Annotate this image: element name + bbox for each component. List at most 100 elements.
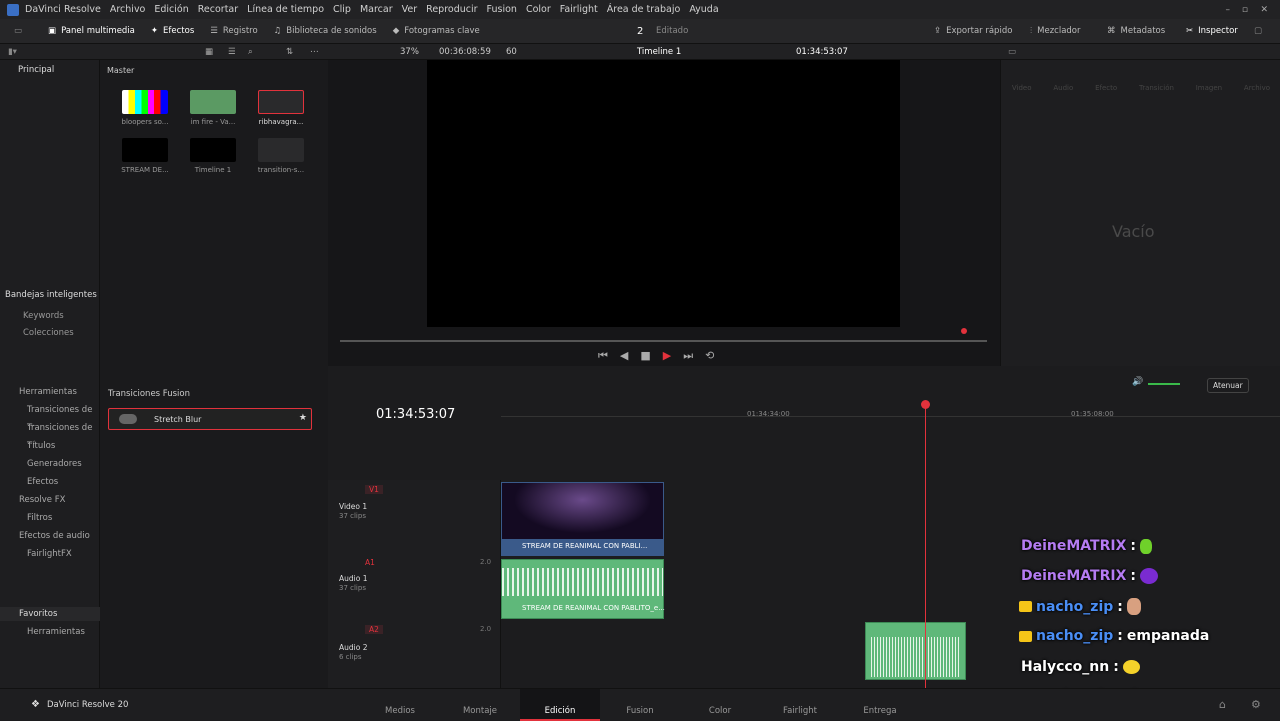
volume-icon[interactable]: 🔊: [1132, 377, 1143, 387]
chat-username: nacho_zip: [1036, 628, 1114, 644]
timeline-ruler[interactable]: [501, 403, 1280, 417]
page-edit[interactable]: Edición: [520, 689, 600, 721]
tree-item[interactable]: Herramientas: [0, 385, 100, 399]
close-icon[interactable]: ✕: [1260, 5, 1268, 15]
clip-thumb-bloopers[interactable]: [122, 90, 168, 114]
quick-export-button[interactable]: ⇪ Exportar rápido: [926, 26, 1020, 36]
play-reverse-icon[interactable]: ◀: [620, 349, 628, 363]
audio-clip-a1[interactable]: STREAM DE REANIMAL CON PABLITO_e...: [501, 559, 665, 619]
clip-thumb-ribhavagra[interactable]: [258, 90, 304, 114]
tab-file[interactable]: Archivo: [1244, 84, 1270, 92]
menu-fairlight[interactable]: Fairlight: [560, 4, 598, 15]
collapse-icon[interactable]: ▢: [1254, 26, 1262, 36]
tab-effect[interactable]: Efecto: [1095, 84, 1117, 92]
panel-toggle-icon[interactable]: ▮▾: [8, 47, 17, 57]
tab-image[interactable]: Imagen: [1196, 84, 1222, 92]
inspector-button[interactable]: ✂ Inspector: [1178, 26, 1246, 36]
playhead-marker[interactable]: [961, 328, 967, 334]
menu-recortar[interactable]: Recortar: [198, 4, 238, 15]
tree-item[interactable]: Transiciones de ...: [0, 421, 100, 447]
smart-bin-collections[interactable]: Colecciones: [23, 328, 74, 338]
video-clip[interactable]: STREAM DE REANIMAL CON PABLI...: [501, 482, 664, 556]
inspector-icon: ✂: [1186, 26, 1194, 36]
viewer-scrubber[interactable]: [340, 340, 987, 342]
track-name: Video 1: [339, 502, 368, 511]
inspector-panel-icon[interactable]: ▭: [1008, 47, 1016, 57]
menu-reproducir[interactable]: Reproducir: [426, 4, 477, 15]
menu-ver[interactable]: Ver: [402, 4, 418, 15]
page-color[interactable]: Color: [680, 689, 760, 721]
favorite-star-icon[interactable]: ★: [299, 413, 307, 423]
effects-button[interactable]: ✦ Efectos: [143, 26, 202, 36]
media-pool-button[interactable]: ▣ Panel multimedia: [40, 26, 143, 36]
mixer-button[interactable]: ⫶ Mezclador: [1022, 26, 1089, 36]
clip-thumb-im-fire[interactable]: [190, 90, 236, 114]
tab-transition[interactable]: Transición: [1139, 84, 1174, 92]
menu-marcar[interactable]: Marcar: [360, 4, 393, 15]
viewer-zoom[interactable]: 37%: [400, 47, 419, 57]
menu-archivo[interactable]: Archivo: [110, 4, 146, 15]
tab-video[interactable]: Video: [1012, 84, 1032, 92]
settings-gear-icon[interactable]: ⚙: [1251, 698, 1261, 711]
tree-item[interactable]: Resolve FX: [0, 493, 100, 507]
sort-icon[interactable]: ⇅: [286, 47, 293, 57]
track-id[interactable]: V1: [365, 485, 383, 494]
favorites-header[interactable]: Favoritos: [0, 607, 100, 621]
loop-icon[interactable]: ⟲: [705, 349, 714, 363]
tree-item[interactable]: FairlightFX: [0, 547, 100, 561]
maximize-icon[interactable]: ▫: [1242, 5, 1248, 15]
effect-item-stretch-blur[interactable]: Stretch Blur ★: [108, 408, 312, 430]
play-icon[interactable]: ▶: [663, 349, 671, 363]
skip-start-icon[interactable]: ⏮: [598, 349, 608, 363]
playhead-head-icon[interactable]: [921, 400, 930, 409]
sound-library-button[interactable]: ♫ Biblioteca de sonidos: [266, 26, 385, 36]
clip-thumb-timeline[interactable]: [190, 138, 236, 162]
minimize-icon[interactable]: –: [1226, 5, 1231, 15]
menu-linea-tiempo[interactable]: Línea de tiempo: [247, 4, 324, 15]
metadata-button[interactable]: ⌘ Metadatos: [1099, 26, 1173, 36]
grid-icon[interactable]: ▦: [205, 47, 213, 57]
clip-thumb-stream[interactable]: [122, 138, 168, 162]
page-fairlight[interactable]: Fairlight: [760, 689, 840, 721]
list-view-icon[interactable]: ☰: [228, 47, 236, 57]
tree-item[interactable]: Filtros: [0, 511, 100, 525]
keyframes-button[interactable]: ◆ Fotogramas clave: [385, 26, 488, 36]
tree-item[interactable]: Efectos: [0, 475, 100, 489]
menu-fusion[interactable]: Fusion: [487, 4, 517, 15]
index-button[interactable]: ☰ Registro: [202, 26, 265, 36]
track-id[interactable]: A2: [365, 625, 383, 634]
search-icon[interactable]: ⌕: [248, 47, 253, 57]
menu-color[interactable]: Color: [526, 4, 551, 15]
menu-clip[interactable]: Clip: [333, 4, 351, 15]
page-fusion[interactable]: Fusion: [600, 689, 680, 721]
clip-thumb-transition[interactable]: [258, 138, 304, 162]
timeline-playhead[interactable]: [925, 403, 926, 688]
layout-icon[interactable]: ▭: [14, 26, 22, 36]
mute-button[interactable]: Atenuar: [1207, 378, 1249, 393]
page-cut[interactable]: Montaje: [440, 689, 520, 721]
resolve-logo-icon: ❖: [31, 699, 40, 710]
bin-principal[interactable]: Principal: [18, 65, 54, 75]
page-deliver[interactable]: Entrega: [840, 689, 920, 721]
viewer-canvas[interactable]: [427, 60, 900, 327]
tree-item[interactable]: Títulos: [0, 439, 100, 453]
tree-item[interactable]: Transiciones de ...: [0, 403, 100, 429]
stop-icon[interactable]: ■: [640, 349, 650, 363]
skip-end-icon[interactable]: ⏭: [683, 349, 693, 363]
tree-item[interactable]: Herramientas: [0, 625, 100, 639]
volume-slider[interactable]: [1148, 383, 1180, 385]
home-icon[interactable]: ⌂: [1219, 698, 1226, 711]
tree-item[interactable]: Generadores: [0, 457, 100, 471]
tree-item[interactable]: Efectos de audio: [0, 529, 100, 543]
menu-edicion[interactable]: Edición: [154, 4, 188, 15]
track-id[interactable]: A1: [365, 558, 375, 567]
more-icon[interactable]: ⋯: [310, 47, 319, 57]
menu-ayuda[interactable]: Ayuda: [689, 4, 718, 15]
timeline-name[interactable]: Timeline 1: [637, 47, 681, 57]
menu-area-trabajo[interactable]: Área de trabajo: [607, 4, 681, 15]
audio-clip-a2[interactable]: [865, 622, 966, 680]
inspector-empty: Vacío: [1112, 222, 1155, 241]
smart-bin-keywords[interactable]: Keywords: [23, 311, 64, 321]
page-media[interactable]: Medios: [360, 689, 440, 721]
tab-audio[interactable]: Audio: [1053, 84, 1073, 92]
